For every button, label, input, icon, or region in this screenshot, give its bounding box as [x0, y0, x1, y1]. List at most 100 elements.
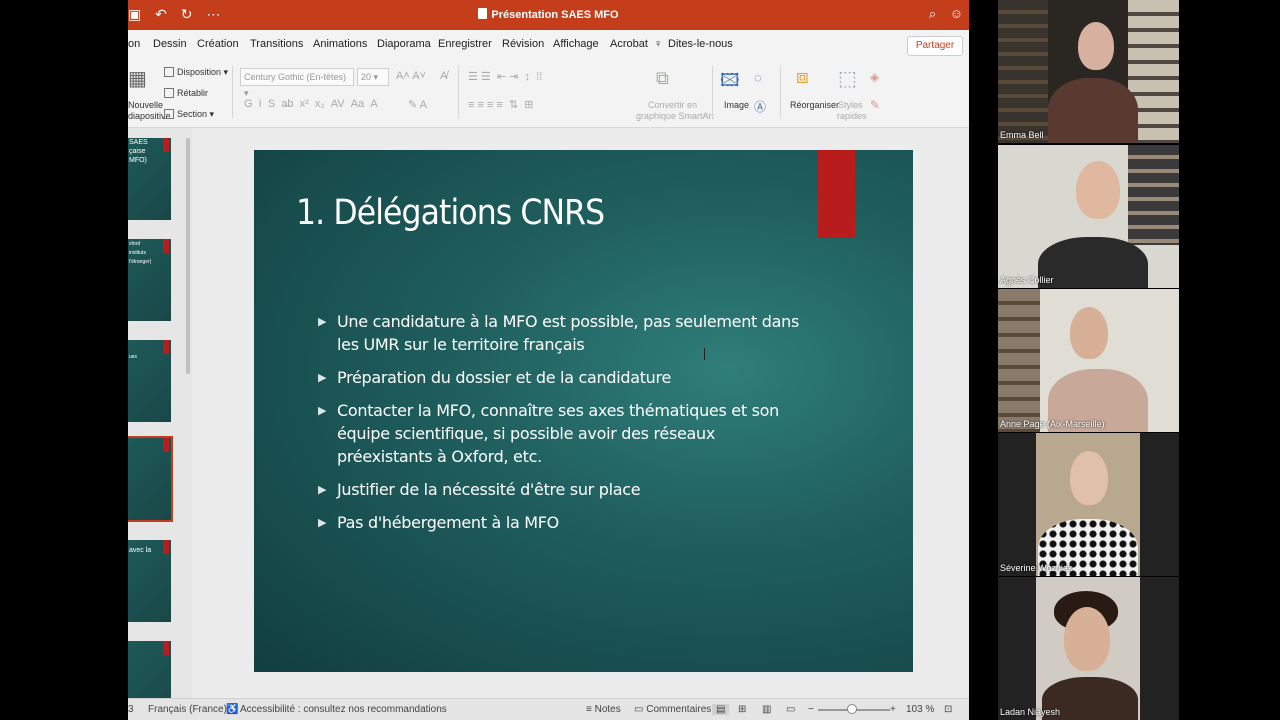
styles-label-2: rapides [837, 111, 867, 121]
ribbon-divider [458, 66, 459, 118]
tab-creation[interactable]: Création [197, 38, 239, 50]
bullet-item: ▶ Pas d'hébergement à la MFO [318, 511, 808, 534]
font-size-value: 20 [361, 72, 372, 82]
participant-tile[interactable]: Ladan Niayesh [998, 577, 1179, 720]
disposition-button[interactable]: Disposition ▾ [164, 67, 228, 78]
tab-transitions[interactable]: Transitions [250, 38, 303, 50]
tab-acrobat[interactable]: Acrobat [610, 38, 648, 50]
thumbnail-accent [163, 540, 169, 554]
section-button[interactable]: Section ▾ [164, 109, 214, 120]
arrange-icon[interactable]: ⧈ [796, 66, 809, 89]
participant-tile[interactable]: Anne Page (Aix-Marseille) [998, 289, 1179, 432]
tab-affichage[interactable]: Affichage [553, 38, 599, 50]
retablir-label: Rétablir [177, 88, 209, 98]
slide-editor: 1. Délégations CNRS ▶ Une candidature à l… [192, 128, 969, 698]
reorganiser-label: Réorganiser [790, 100, 840, 110]
slide-thumbnail-current[interactable] [128, 436, 173, 522]
participant-body [1038, 237, 1148, 288]
bullet-item: ▶ Une candidature à la MFO est possible, … [318, 310, 808, 356]
shapes-icon[interactable]: ◌ [754, 70, 762, 85]
slideshow-icon[interactable]: ▭ [786, 704, 795, 715]
bullet-text: Contacter la MFO, connaître ses axes thé… [337, 401, 779, 466]
textbox-icon[interactable]: Ⓐ [754, 98, 766, 115]
bullet-text: Une candidature à la MFO est possible, p… [337, 312, 800, 354]
new-slide-label: Nouvelle [128, 100, 164, 110]
video-participants-panel: Emma Bell Agnès Collier Anne Page (Aix-M… [998, 0, 1179, 720]
notes-button[interactable]: ≡ Notes [586, 704, 621, 715]
slide-thumbnail[interactable]: ues [128, 340, 171, 422]
slide-thumbnail[interactable]: xford instituts l'étranger) [128, 239, 171, 321]
smartart-label-2: graphique SmartArt [636, 111, 715, 121]
thumbnail-accent [163, 438, 169, 452]
tab-dessin[interactable]: Dessin [153, 38, 187, 50]
smartart-icon[interactable]: ⧉ [656, 68, 669, 89]
tab-diaporama[interactable]: Diaporama [377, 38, 431, 50]
font-name-select[interactable]: Century Gothic (En-têtes) ▾ [240, 68, 354, 98]
ribbon-divider [712, 66, 713, 118]
normal-view-icon[interactable]: ▤ [712, 704, 730, 715]
clear-format-icon[interactable]: A̸ [440, 70, 447, 82]
reset-icon [164, 88, 174, 98]
participant-name: Ladan Niayesh [1000, 707, 1061, 717]
slide-number: 3 [128, 704, 134, 715]
smartart-label: Convertir en [648, 100, 698, 110]
bullet-arrow-icon: ▶ [318, 404, 327, 417]
slide-thumbnail[interactable]: avec la [128, 540, 171, 622]
search-icon[interactable]: ⌕ [929, 6, 936, 21]
new-slide-icon[interactable]: ▦ [128, 66, 147, 91]
zoom-level[interactable]: 103 % [906, 704, 934, 715]
slide-title[interactable]: 1. Délégations CNRS [296, 193, 605, 233]
slide-sorter-icon[interactable]: ⊞ [738, 704, 746, 715]
tab-accueil[interactable]: on [128, 38, 140, 50]
zoom-slider-handle[interactable] [847, 704, 857, 714]
fill-icon[interactable]: ◈ [870, 70, 879, 84]
thumbnails-scrollbar[interactable] [186, 138, 190, 374]
highlight-icon[interactable]: ✎ A [408, 98, 427, 111]
bullet-item: ▶ Contacter la MFO, connaître ses axes th… [318, 399, 808, 468]
image-icon[interactable]: 🖾 [720, 68, 740, 98]
bullet-arrow-icon: ▶ [318, 371, 327, 384]
title-bar-actions: ⌕ ☺ [919, 6, 963, 22]
align-icons[interactable]: ≡ ≡ ≡ ≡ ⇅ ⊞ [468, 98, 534, 111]
bullet-arrow-icon: ▶ [318, 516, 327, 529]
slide-bullet-list[interactable]: ▶ Une candidature à la MFO est possible, … [318, 310, 808, 544]
comments-button[interactable]: ▭ Commentaires [634, 704, 711, 715]
tab-revision[interactable]: Révision [502, 38, 544, 50]
tab-enregistrer[interactable]: Enregistrer [438, 38, 492, 50]
participant-name: Agnès Collier [1000, 275, 1054, 285]
participant-tile[interactable]: Agnès Collier [998, 145, 1179, 288]
zoom-in-icon[interactable]: + [890, 704, 896, 715]
disposition-label: Disposition [177, 67, 222, 77]
bullet-arrow-icon: ▶ [318, 315, 327, 328]
account-icon[interactable]: ☺ [950, 6, 963, 21]
zoom-out-icon[interactable]: − [808, 704, 814, 715]
slide-thumbnail[interactable]: SAES çaise MFO) [128, 138, 171, 220]
tab-dites-le-nous[interactable]: Dites-le-nous [668, 38, 733, 50]
share-label: Partager [915, 40, 955, 51]
tab-animations[interactable]: Animations [313, 38, 367, 50]
quick-styles-icon[interactable]: ⬚ [838, 66, 857, 91]
share-button[interactable]: Partager [907, 36, 963, 56]
thumbnail-accent [163, 138, 169, 152]
notes-label: Notes [594, 704, 621, 715]
participant-name: Emma Bell [1000, 130, 1044, 140]
accessibility-status[interactable]: Accessibilité : consultez nos recommanda… [240, 704, 447, 715]
participant-tile[interactable]: Séverine Wozniak [998, 433, 1179, 576]
reading-view-icon[interactable]: ▥ [762, 704, 771, 715]
retablir-button[interactable]: Rétablir [164, 88, 208, 98]
layout-icon [164, 67, 174, 77]
bullet-arrow-icon: ▶ [318, 483, 327, 496]
text-format-icons[interactable]: G I S a̶b x² x₂ AV Aa A [244, 98, 378, 110]
fit-slide-icon[interactable]: ⊡ [944, 704, 952, 715]
title-bar: ▣ ↶ ↻ ⋯ Présentation SAES MFO ⌕ ☺ [128, 0, 969, 30]
font-grow-icon[interactable]: A˄ A˅ [396, 70, 426, 82]
slide-accent-bar [818, 150, 855, 238]
language-status[interactable]: Français (France) [148, 704, 227, 715]
bullets-icon[interactable]: ☰ ☰ ⇤ ⇥ ↕ ⁞⁞ [468, 70, 542, 83]
outline-icon[interactable]: ✎ [870, 98, 880, 112]
participant-name: Anne Page (Aix-Marseille) [1000, 419, 1105, 429]
font-size-select[interactable]: 20 ▾ [357, 68, 389, 86]
font-name-value: Century Gothic (En-têtes) [244, 72, 347, 82]
slide-canvas[interactable]: 1. Délégations CNRS ▶ Une candidature à l… [254, 150, 913, 672]
participant-tile[interactable]: Emma Bell [998, 0, 1179, 143]
